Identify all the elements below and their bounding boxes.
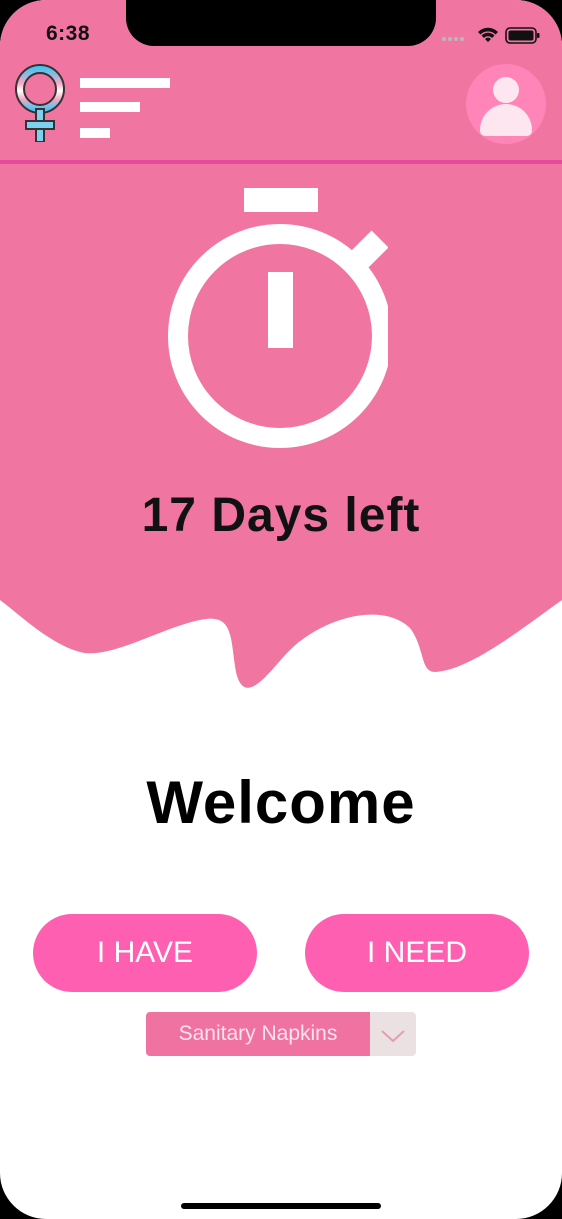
user-avatar-icon xyxy=(480,77,532,136)
stopwatch-icon xyxy=(168,188,388,448)
header-divider xyxy=(0,160,562,164)
wifi-icon xyxy=(478,27,498,42)
status-icons xyxy=(441,27,540,44)
product-select-value: Sanitary Napkins xyxy=(146,1012,370,1056)
app-screen: 6:38 17 Days left Welcome I HAVE I NEED … xyxy=(0,0,562,1219)
i-need-button[interactable]: I NEED xyxy=(305,914,529,992)
female-symbol-icon xyxy=(15,64,65,142)
i-have-button[interactable]: I HAVE xyxy=(33,914,257,992)
status-time: 6:38 xyxy=(46,22,91,45)
signal-icon xyxy=(441,36,465,42)
welcome-title: Welcome xyxy=(146,769,416,836)
hamburger-menu-icon[interactable] xyxy=(78,78,172,140)
battery-icon xyxy=(505,27,540,44)
profile-avatar-button[interactable] xyxy=(466,64,546,144)
product-select[interactable]: Sanitary Napkins xyxy=(146,1012,416,1056)
device-notch xyxy=(126,0,436,46)
chevron-down-icon xyxy=(381,1030,405,1043)
home-indicator xyxy=(181,1203,381,1209)
days-left-countdown: 17 Days left xyxy=(141,489,421,542)
select-arrow-button[interactable] xyxy=(370,1012,416,1056)
